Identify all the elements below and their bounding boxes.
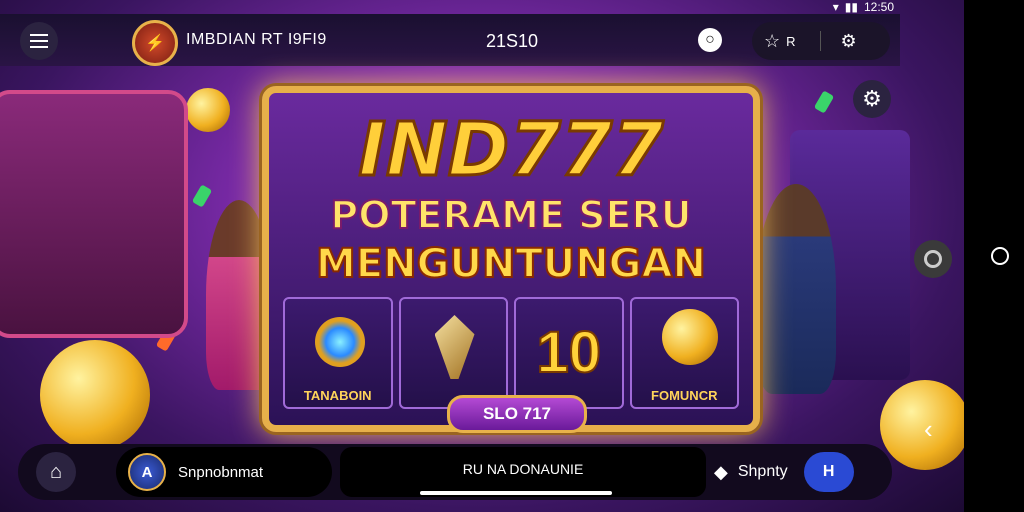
game-tagline: MENGUNTUNGAN: [315, 240, 707, 288]
slot-label: TANABOIN: [303, 388, 372, 403]
balance-value: 21S10: [486, 31, 539, 51]
app-title: IMBDIAN RT I9FI9: [186, 31, 327, 48]
slot-reel: 10: [514, 297, 624, 409]
slot-reels: TANABOIN 10 FOMUNCR: [283, 297, 739, 409]
game-banner-scene: IND777 POTERAME SERU MENGUNTUNGAN TANABO…: [0, 66, 900, 446]
hamburger-icon: [30, 34, 48, 48]
camera-icon: [924, 250, 942, 268]
center-tab-label: RU NA DONAUNIE: [462, 461, 584, 477]
app-logo[interactable]: ⚡: [132, 20, 178, 66]
banner-frame[interactable]: IND777 POTERAME SERU MENGUNTUNGAN TANABO…: [262, 86, 760, 433]
recents-button[interactable]: [914, 240, 952, 278]
r-icon[interactable]: R: [786, 34, 795, 49]
game-title: IND777: [357, 106, 665, 195]
gem-icon: ◆: [714, 461, 728, 482]
coin-icon: [661, 309, 718, 365]
profile-tab[interactable]: A Snpnobnmat: [116, 447, 332, 497]
system-nav-panel: ‹: [914, 0, 1024, 512]
settings-gear-icon[interactable]: ⚙: [841, 31, 857, 52]
user-icon[interactable]: ○: [698, 28, 722, 52]
slot-reel: FOMUNCR: [629, 297, 739, 409]
nav-back-button[interactable]: ‹: [924, 414, 933, 445]
shop-tab-label: Shpnty: [737, 463, 788, 480]
menu-button[interactable]: [20, 22, 58, 60]
home-icon: ⌂: [49, 460, 63, 483]
signal-icon: ▮▮: [844, 0, 858, 14]
wifi-icon: ▾: [832, 0, 839, 14]
nav-home-button[interactable]: [991, 247, 1009, 265]
boost-button[interactable]: H: [803, 452, 854, 492]
profile-tab-label: Snpnobnmat: [178, 463, 264, 481]
divider: [819, 31, 821, 51]
shop-tab[interactable]: ◆ Shpnty H: [714, 452, 884, 492]
h-icon: H: [822, 463, 835, 480]
center-tab[interactable]: RU NA DONAUNIE: [340, 447, 706, 497]
play-button[interactable]: SLO 717: [447, 395, 587, 433]
sword-icon: [434, 315, 475, 379]
slot-reel: [398, 297, 508, 409]
slot-reel: TANABOIN: [283, 297, 393, 409]
top-bar: ⚡ IMBDIAN RT I9FI9 21S10 ○ ☆ R ⚙: [0, 14, 900, 66]
status-time: 12:50: [863, 0, 894, 14]
profile-avatar-icon: A: [128, 453, 166, 491]
slot-number: 10: [535, 319, 602, 386]
game-subtitle: POTERAME SERU: [329, 192, 692, 238]
header-actions: ☆ R ⚙: [752, 22, 890, 60]
status-bar: ▾ ▮▮ 12:50: [833, 0, 894, 14]
star-icon[interactable]: ☆: [764, 31, 780, 52]
slot-label: FOMUNCR: [651, 388, 718, 403]
home-button[interactable]: ⌂: [36, 452, 76, 492]
sun-gem-icon: [315, 317, 365, 367]
gesture-handle[interactable]: [420, 491, 612, 495]
app-screen: ▾ ▮▮ 12:50 ⚡ IMBDIAN RT I9FI9 21S10 ○ ☆ …: [0, 0, 964, 512]
